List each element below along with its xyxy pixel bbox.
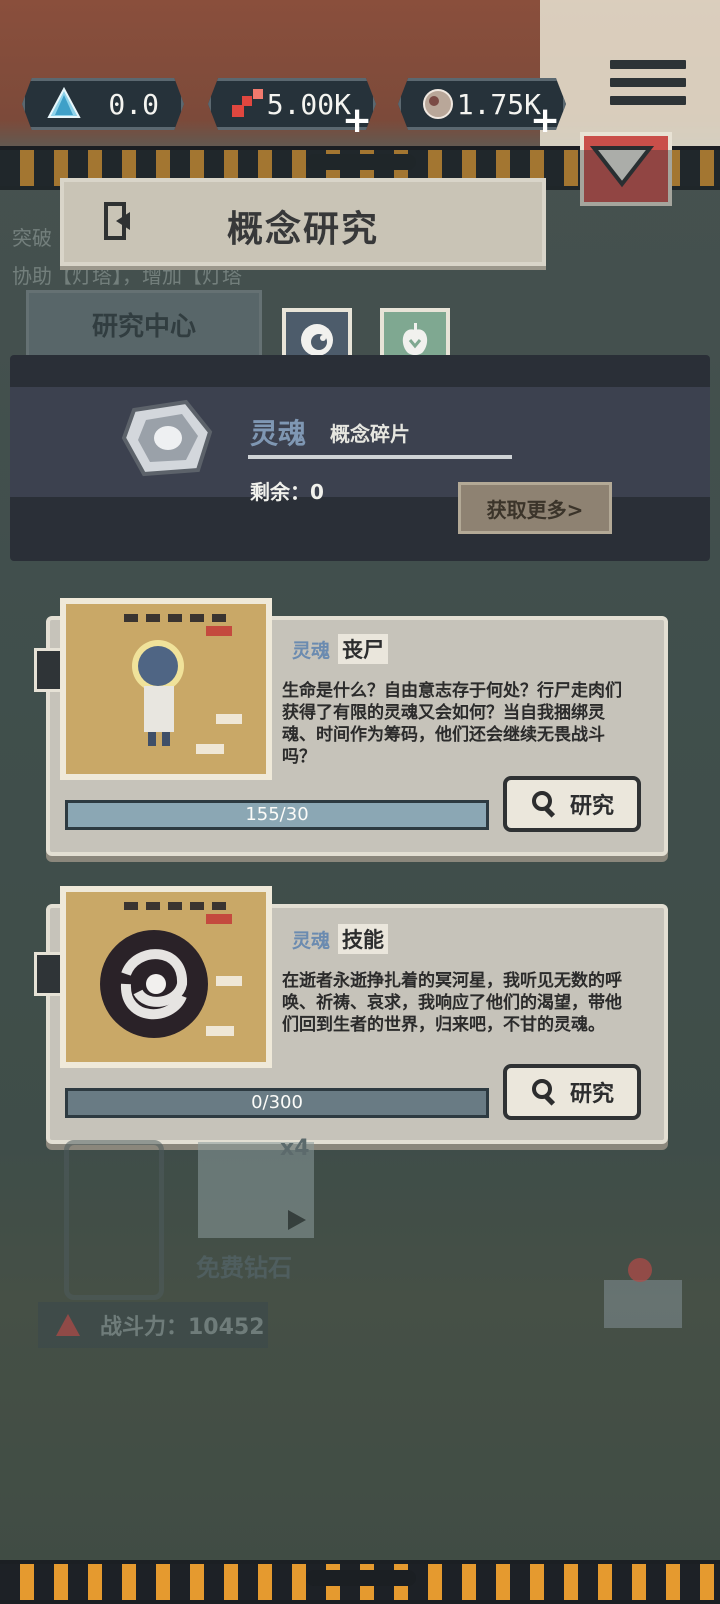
add-gems-button[interactable]: + bbox=[342, 100, 372, 141]
zombie-figure-icon bbox=[124, 614, 242, 754]
soul-icon bbox=[301, 324, 333, 356]
crystal-value: 0.0 bbox=[108, 87, 159, 121]
combat-power-label: 战斗力：10452 bbox=[100, 1315, 265, 1340]
card-type: 技能 bbox=[338, 924, 388, 954]
card-tag: 灵魂 bbox=[292, 640, 331, 662]
progress-label: 0/300 bbox=[251, 1092, 303, 1113]
research-button-label: 研究 bbox=[569, 1082, 614, 1107]
get-more-button[interactable]: 获取更多> bbox=[458, 482, 612, 534]
card-type: 丧尸 bbox=[338, 634, 388, 664]
page-title: 概念研究 bbox=[226, 209, 379, 250]
gems-value: 5.00K bbox=[266, 87, 351, 121]
ad-multiplier: x4 bbox=[280, 1136, 310, 1161]
research-button[interactable]: 研究 bbox=[503, 1064, 641, 1120]
bg-breakthrough-text: 突破 bbox=[12, 226, 52, 250]
warning-icon bbox=[56, 1314, 80, 1336]
ore-value: 1.75K bbox=[456, 87, 541, 121]
gem-cluster-icon bbox=[232, 89, 263, 117]
apple-icon bbox=[402, 323, 428, 355]
resource-crystal: 0.0 bbox=[22, 78, 184, 130]
divider bbox=[248, 455, 512, 459]
remaining-count: 剩余：0 bbox=[250, 480, 324, 504]
phone-icon bbox=[64, 1140, 164, 1300]
add-ore-button[interactable]: + bbox=[530, 100, 560, 141]
zombie-portrait bbox=[60, 598, 272, 780]
title-plate: 概念研究 bbox=[60, 178, 546, 266]
free-diamond-label: 免费钻石 bbox=[196, 1254, 292, 1282]
research-progress-bar: 155/30 bbox=[65, 800, 489, 830]
soul-vortex-icon bbox=[100, 902, 242, 1038]
research-button[interactable]: 研究 bbox=[503, 776, 641, 832]
progress-label: 155/30 bbox=[245, 804, 309, 825]
search-icon bbox=[531, 791, 556, 818]
research-center-tab[interactable]: 研究中心 bbox=[26, 290, 262, 358]
research-button-label: 研究 bbox=[569, 794, 614, 819]
card-tag: 灵魂 bbox=[292, 930, 331, 952]
ore-icon bbox=[423, 89, 453, 119]
crystal-icon bbox=[47, 87, 81, 118]
search-icon bbox=[531, 1079, 556, 1106]
panel-handle-bottom bbox=[306, 1570, 416, 1586]
card-description: 在逝者永逝挣扎着的冥河星，我听见无数的呼唤、祈祷、哀求，我响应了他们的渴望，带他… bbox=[282, 971, 622, 1035]
map-icon bbox=[604, 1258, 682, 1328]
research-progress-bar: 0/300 bbox=[65, 1088, 489, 1118]
soul-fragment-icon bbox=[121, 399, 213, 477]
soul-name: 灵魂 bbox=[250, 417, 307, 450]
card-description: 生命是什么？自由意志存于何处？行尸走肉们获得了有限的灵魂又会如何？当自我捆绑灵魂… bbox=[282, 681, 622, 767]
menu-icon[interactable] bbox=[610, 60, 686, 120]
soul-type: 概念碎片 bbox=[330, 422, 410, 446]
skill-portrait bbox=[60, 886, 272, 1068]
